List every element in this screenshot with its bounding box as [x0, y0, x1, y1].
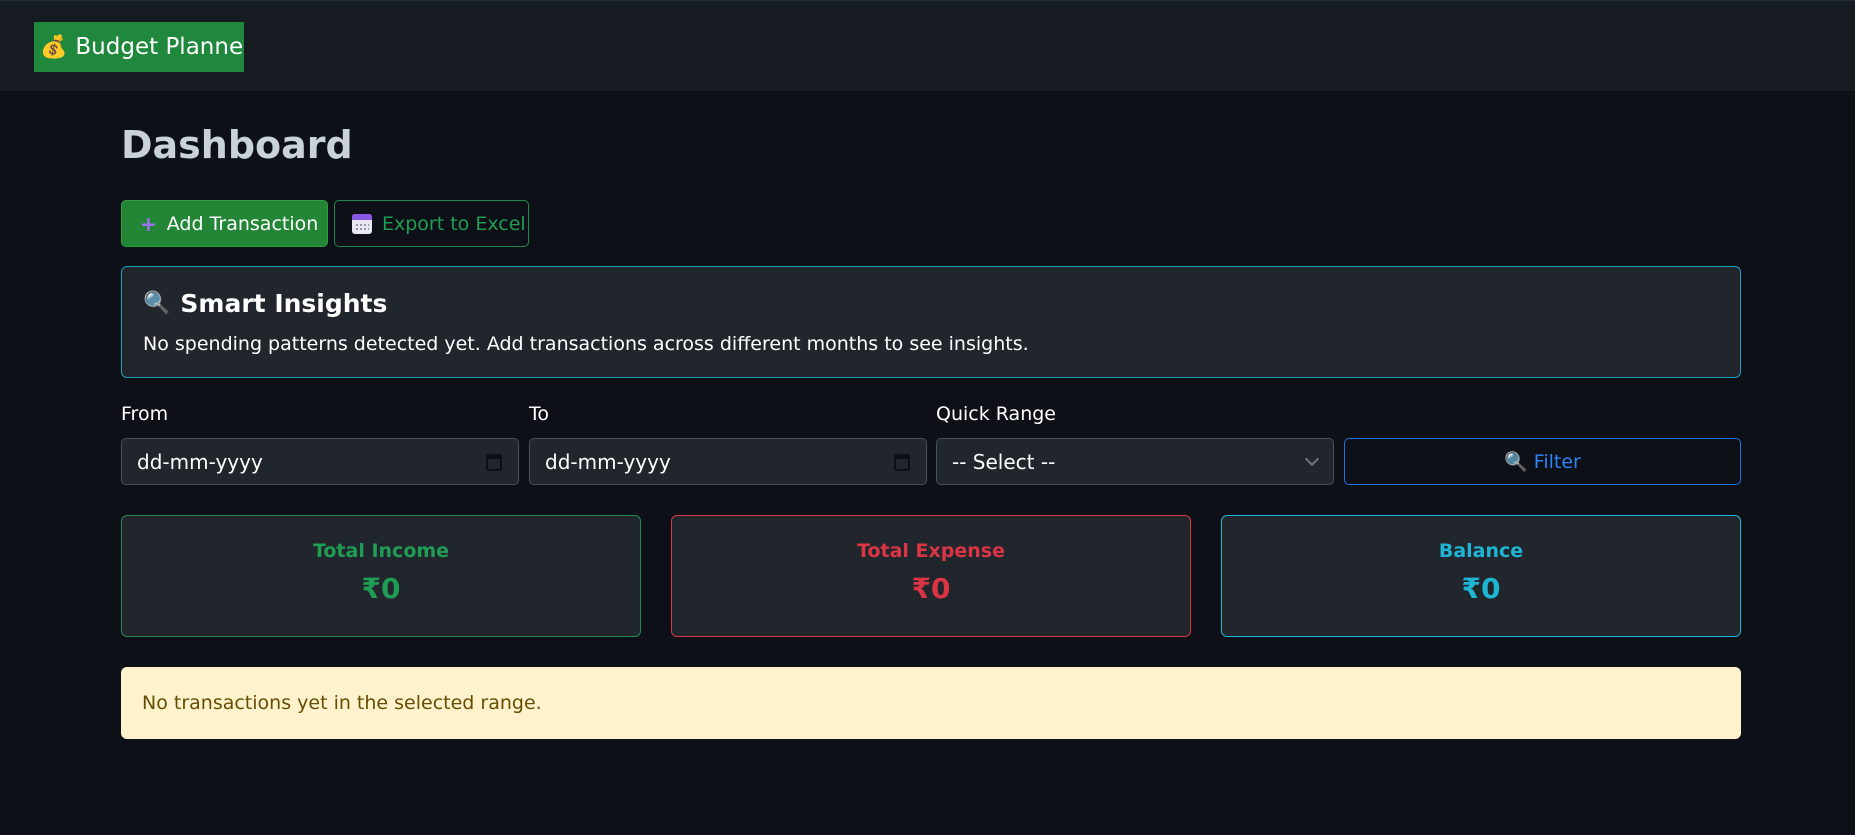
from-date-input[interactable]: dd-mm-yyyy	[121, 438, 519, 485]
to-label: To	[529, 403, 550, 425]
card-title: Total Expense	[857, 540, 1005, 562]
insights-heading: 🔍 Smart Insights	[143, 289, 387, 318]
balance-card: Balance ₹0	[1221, 515, 1741, 637]
brand-label: Budget Planner	[75, 34, 244, 60]
total-expense-card: Total Expense ₹0	[671, 515, 1191, 637]
filter-button[interactable]: 🔍 Filter	[1344, 438, 1741, 485]
filter-label: Filter	[1533, 450, 1581, 473]
to-date-value: dd-mm-yyyy	[545, 449, 671, 474]
no-transactions-alert: No transactions yet in the selected rang…	[121, 667, 1741, 739]
quick-range-value: -- Select --	[952, 449, 1056, 474]
card-value: ₹0	[911, 572, 951, 605]
insights-text: No spending patterns detected yet. Add t…	[143, 333, 1029, 355]
navbar: 💰 Budget Planner	[0, 0, 1855, 91]
page-title: Dashboard	[121, 123, 353, 167]
money-bag-icon: 💰	[40, 34, 68, 60]
card-title: Balance	[1438, 540, 1524, 562]
export-excel-button[interactable]: Export to Excel	[334, 200, 529, 247]
card-value: ₹0	[1461, 572, 1501, 605]
calendar-picker-icon[interactable]	[486, 452, 502, 476]
from-label: From	[121, 403, 169, 425]
insights-title: Smart Insights	[180, 289, 388, 318]
add-transaction-button[interactable]: + Add Transaction	[121, 200, 328, 247]
to-date-input[interactable]: dd-mm-yyyy	[529, 438, 927, 485]
chevron-down-icon	[1304, 451, 1320, 467]
from-date-value: dd-mm-yyyy	[137, 449, 263, 474]
quick-range-select[interactable]: -- Select --	[936, 438, 1334, 485]
total-income-card: Total Income ₹0	[121, 515, 641, 637]
calendar-icon	[352, 213, 372, 234]
brand-link[interactable]: 💰 Budget Planner	[34, 22, 244, 72]
card-value: ₹0	[361, 572, 401, 605]
quick-range-label: Quick Range	[936, 403, 1056, 425]
magnifier-icon: 🔍	[1504, 451, 1528, 473]
export-excel-label: Export to Excel	[382, 212, 526, 235]
plus-icon: +	[140, 211, 157, 236]
magnifier-icon: 🔍	[143, 291, 171, 316]
calendar-picker-icon[interactable]	[894, 452, 910, 476]
add-transaction-label: Add Transaction	[166, 212, 319, 235]
smart-insights-panel: 🔍 Smart Insights No spending patterns de…	[121, 266, 1741, 378]
card-title: Total Income	[312, 540, 450, 562]
